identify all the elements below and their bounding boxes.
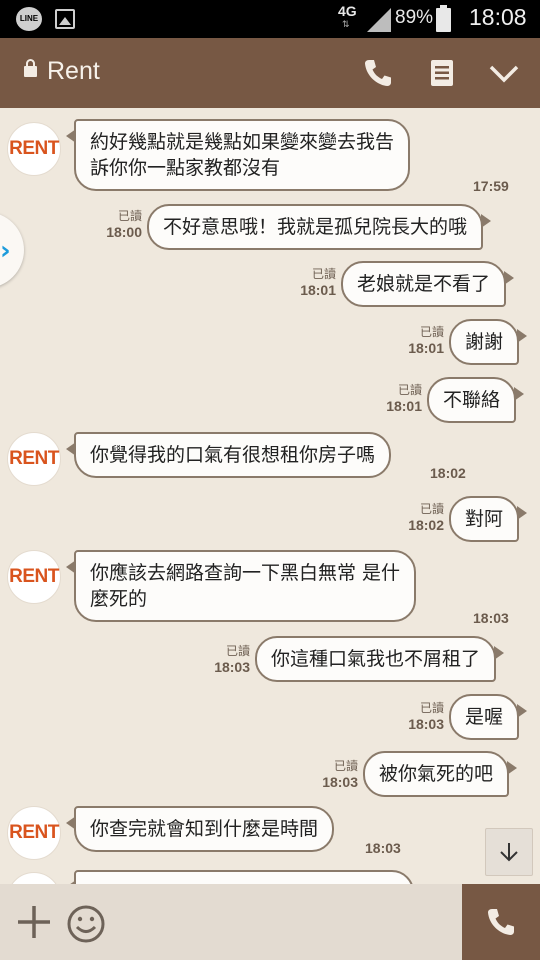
message-text: 不好意思哦！我就是孤兒院長大的哦 — [163, 216, 468, 238]
scroll-down-button[interactable] — [485, 828, 533, 876]
message-text: 你覺得我的口氣有很想租你房子嗎 — [90, 444, 376, 466]
message-text: 謝謝 — [465, 331, 504, 353]
message-time: 18:01 — [386, 398, 422, 414]
message-text: 訴你你一點家教都沒有 — [90, 157, 281, 179]
avatar[interactable]: RENT — [7, 122, 61, 176]
lock-icon — [24, 59, 37, 77]
data-arrows-icon: ⇅ — [342, 20, 349, 30]
read-receipt: 已讀 — [397, 383, 422, 397]
read-receipt: 已讀 — [419, 701, 444, 715]
message-text: 約好幾點就是幾點如果變來變去我告 — [90, 131, 395, 153]
voice-call-button[interactable] — [462, 884, 540, 960]
message-meta: 已讀 18:03 — [398, 700, 444, 732]
phone-icon — [488, 909, 514, 935]
arrow-down-icon — [500, 843, 518, 862]
incoming-message-partial[interactable] — [66, 870, 414, 884]
outgoing-message[interactable]: 是喔 — [449, 694, 528, 740]
outgoing-message[interactable]: 不聯絡 — [427, 377, 525, 423]
message-time: 18:01 — [408, 340, 444, 356]
message-text: 不聯絡 — [443, 389, 501, 411]
message-meta: 已讀 18:01 — [398, 324, 444, 356]
incoming-message[interactable]: 你覺得我的口氣有很想租你房子嗎 — [65, 432, 392, 478]
incoming-message[interactable]: 你查完就會知到什麼是時間 — [65, 806, 335, 852]
call-button[interactable] — [360, 55, 396, 91]
message-time: 18:03 — [322, 774, 358, 790]
chevron-right-icon: › — [0, 236, 11, 266]
message-time: 18:03 — [214, 659, 250, 675]
avatar[interactable]: RENT — [7, 550, 61, 604]
chevron-down-icon — [489, 65, 519, 83]
message-time: 18:03 — [365, 840, 401, 856]
outgoing-message[interactable]: 不好意思哦！我就是孤兒院長大的哦 — [147, 204, 492, 250]
note-icon — [431, 60, 453, 86]
message-text: 被你氣死的吧 — [379, 763, 494, 785]
read-receipt: 已讀 — [419, 502, 444, 516]
message-meta: 已讀 18:03 — [312, 758, 358, 790]
read-receipt: 已讀 — [419, 325, 444, 339]
message-meta: 已讀 18:01 — [290, 266, 336, 298]
incoming-message[interactable]: 約好幾點就是幾點如果變來變去我告 訴你你一點家教都沒有 — [65, 119, 411, 191]
chat-header: Rent — [0, 38, 540, 108]
avatar[interactable]: RENT — [7, 432, 61, 486]
avatar[interactable]: RENT — [7, 806, 61, 860]
read-receipt: 已讀 — [225, 644, 250, 658]
outgoing-message[interactable]: 謝謝 — [449, 319, 528, 365]
smile-icon — [67, 905, 105, 943]
message-text: 你應該去網路查詢一下黑白無常 是什 — [90, 562, 401, 584]
line-app-icon: LINE — [16, 7, 42, 31]
status-bar: LINE 4G ⇅ 89% 18:08 — [0, 0, 540, 38]
phone-icon — [365, 60, 391, 86]
signal-icon — [367, 8, 391, 32]
read-receipt: 已讀 — [311, 267, 336, 281]
outgoing-message[interactable]: 你這種口氣我也不屑租了 — [255, 636, 505, 682]
sticker-button[interactable] — [66, 904, 106, 944]
read-receipt: 已讀 — [117, 209, 142, 223]
battery-icon — [436, 5, 451, 32]
message-text: 是喔 — [465, 706, 504, 728]
avatar[interactable]: RENT — [7, 872, 61, 884]
outgoing-message[interactable]: 對阿 — [449, 496, 528, 542]
network-type: 4G — [338, 3, 357, 19]
add-attachment-button[interactable] — [14, 902, 54, 942]
message-time: 18:01 — [300, 282, 336, 298]
message-time: 18:00 — [106, 224, 142, 240]
message-text: 麼死的 — [90, 588, 148, 610]
message-meta: 已讀 18:00 — [96, 208, 142, 240]
side-panel-tab[interactable]: › — [0, 212, 24, 288]
menu-toggle-button[interactable] — [486, 55, 522, 91]
incoming-message[interactable]: 你應該去網路查詢一下黑白無常 是什 麼死的 — [65, 550, 417, 622]
outgoing-message[interactable]: 被你氣死的吧 — [363, 751, 518, 797]
notes-button[interactable] — [424, 55, 460, 91]
message-time: 18:03 — [408, 716, 444, 732]
status-time: 18:08 — [469, 4, 527, 30]
message-text: 你查完就會知到什麼是時間 — [90, 818, 319, 840]
message-time: 18:03 — [473, 610, 509, 626]
message-text: 老娘就是不看了 — [357, 273, 491, 295]
message-meta: 已讀 18:03 — [204, 643, 250, 675]
image-icon — [55, 9, 75, 29]
message-meta: 已讀 18:02 — [398, 501, 444, 533]
message-time: 18:02 — [408, 517, 444, 533]
outgoing-message[interactable]: 老娘就是不看了 — [341, 261, 515, 307]
message-time: 17:59 — [473, 178, 509, 194]
input-bar — [0, 884, 540, 960]
battery-percent: 89% — [395, 7, 434, 28]
message-meta: 已讀 18:01 — [376, 382, 422, 414]
message-text: 對阿 — [465, 508, 504, 530]
message-text: 你這種口氣我也不屑租了 — [271, 648, 481, 670]
chat-title[interactable]: Rent — [47, 57, 100, 86]
plus-icon — [18, 906, 50, 938]
read-receipt: 已讀 — [333, 759, 358, 773]
chat-area[interactable]: › RENT 約好幾點就是幾點如果變來變去我告 訴你你一點家教都沒有 17:59… — [0, 108, 540, 884]
message-time: 18:02 — [430, 465, 466, 481]
